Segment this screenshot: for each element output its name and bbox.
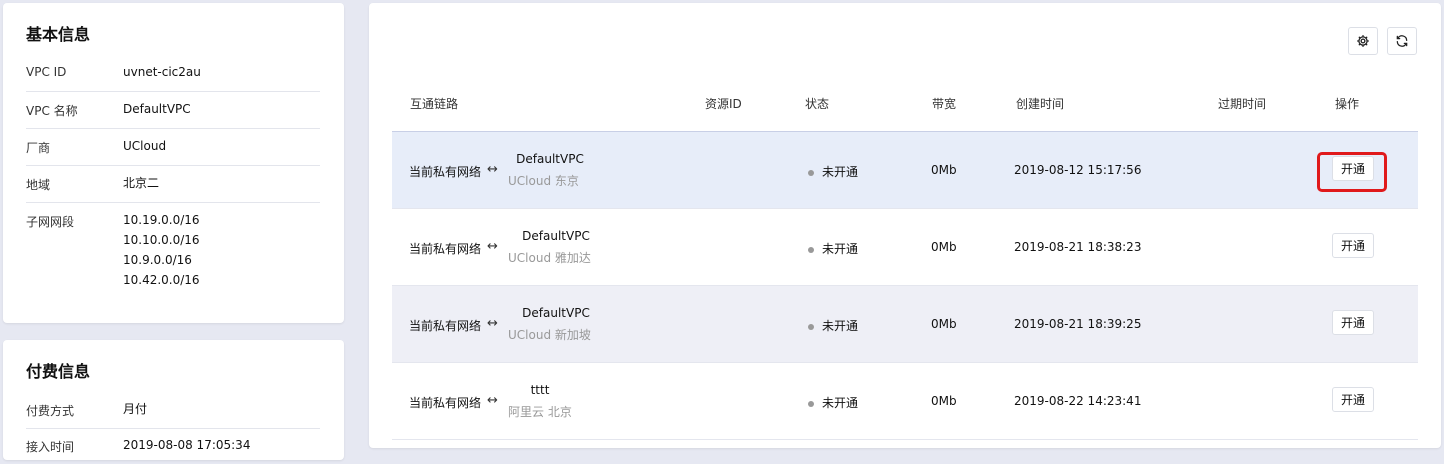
bandwidth-cell: 0Mb xyxy=(931,394,957,408)
refresh-button[interactable] xyxy=(1387,27,1417,55)
subnet-value: 10.19.0.0/16 xyxy=(123,213,200,227)
bandwidth-cell: 0Mb xyxy=(931,317,957,331)
header-status: 状态 xyxy=(805,97,830,111)
created-time-cell: 2019-08-21 18:39:25 xyxy=(1014,317,1142,331)
enable-button[interactable]: 开通 xyxy=(1332,387,1374,412)
info-row-region: 地域 北京二 xyxy=(26,176,320,203)
bidirectional-arrow-icon: ↔ xyxy=(487,162,498,177)
billing-label: 付费方式 xyxy=(26,404,75,418)
billing-info-title: 付费信息 xyxy=(26,362,91,381)
peer-region: UCloud 东京 xyxy=(508,174,579,188)
status-cell: 未开通 xyxy=(808,317,858,334)
enable-button[interactable]: 开通 xyxy=(1332,156,1374,181)
header-link: 互通链路 xyxy=(410,97,459,111)
refresh-icon xyxy=(1396,35,1408,47)
header-created-time: 创建时间 xyxy=(1016,97,1065,111)
enable-button[interactable]: 开通 xyxy=(1332,233,1374,258)
bandwidth-cell: 0Mb xyxy=(931,163,957,177)
status-dot-icon xyxy=(808,169,814,176)
created-time-cell: 2019-08-12 15:17:56 xyxy=(1014,163,1142,177)
info-row-vendor: 厂商 UCloud xyxy=(26,139,320,166)
bidirectional-arrow-icon: ↔ xyxy=(487,316,498,331)
peer-region: UCloud 新加坡 xyxy=(508,328,591,342)
info-value: UCloud xyxy=(123,139,167,153)
link-local-network: 当前私有网络 xyxy=(409,165,482,179)
peer-vpc-name: tttt xyxy=(530,383,550,397)
subnet-value: 10.42.0.0/16 xyxy=(123,273,200,287)
info-label: 地域 xyxy=(26,178,51,192)
settings-button[interactable] xyxy=(1348,27,1378,55)
info-value: 北京二 xyxy=(123,176,160,190)
info-label: 厂商 xyxy=(26,141,51,155)
peer-vpc-name: DefaultVPC xyxy=(522,306,590,320)
info-row-subnets: 子网网段 10.19.0.0/16 10.10.0.0/16 10.9.0.0/… xyxy=(26,213,320,297)
peer-region: UCloud 雅加达 xyxy=(508,251,591,265)
info-label: VPC 名称 xyxy=(26,104,78,118)
status-text: 未开通 xyxy=(822,396,859,410)
header-expire-time: 过期时间 xyxy=(1218,97,1267,111)
status-cell: 未开通 xyxy=(808,163,858,180)
header-resource-id: 资源ID xyxy=(705,97,742,111)
status-text: 未开通 xyxy=(822,242,859,256)
created-time-cell: 2019-08-21 18:38:23 xyxy=(1014,240,1142,254)
peer-network: DefaultVPC UCloud 雅加达 xyxy=(508,229,618,266)
status-cell: 未开通 xyxy=(808,240,858,257)
billing-value: 2019-08-08 17:05:34 xyxy=(123,438,251,452)
table-row: 当前私有网络 ↔ DefaultVPC UCloud 新加坡 未开通 0Mb 2… xyxy=(392,286,1418,363)
bidirectional-arrow-icon: ↔ xyxy=(487,393,498,408)
billing-row-method: 付费方式 月付 xyxy=(26,402,320,429)
info-label: VPC ID xyxy=(26,65,67,79)
billing-row-access-time: 接入时间 2019-08-08 17:05:34 xyxy=(26,438,320,464)
billing-info-card: 付费信息 付费方式 月付 接入时间 2019-08-08 17:05:34 xyxy=(3,340,344,460)
table-row: 当前私有网络 ↔ tttt 阿里云 北京 未开通 0Mb 2019-08-22 … xyxy=(392,363,1418,440)
status-dot-icon xyxy=(808,400,814,407)
info-value: uvnet-cic2au xyxy=(123,65,201,79)
peer-vpc-name: DefaultVPC xyxy=(522,229,590,243)
info-label: 子网网段 xyxy=(26,215,75,229)
status-cell: 未开通 xyxy=(808,394,858,411)
peer-network: DefaultVPC UCloud 东京 xyxy=(508,152,618,189)
status-dot-icon xyxy=(808,246,814,253)
info-row-vpc-id: VPC ID uvnet-cic2au xyxy=(26,65,320,92)
link-local-network: 当前私有网络 xyxy=(409,319,482,333)
peer-network: tttt 阿里云 北京 xyxy=(508,383,618,420)
info-value: DefaultVPC xyxy=(123,102,191,116)
status-text: 未开通 xyxy=(822,319,859,333)
table-header: 互通链路 资源ID 状态 带宽 创建时间 过期时间 操作 xyxy=(392,73,1418,132)
link-local-network: 当前私有网络 xyxy=(409,242,482,256)
enable-button[interactable]: 开通 xyxy=(1332,310,1374,335)
gear-icon xyxy=(1357,35,1369,47)
subnet-value: 10.10.0.0/16 xyxy=(123,233,200,247)
bidirectional-arrow-icon: ↔ xyxy=(487,239,498,254)
bandwidth-cell: 0Mb xyxy=(931,240,957,254)
created-time-cell: 2019-08-22 14:23:41 xyxy=(1014,394,1142,408)
subnet-value: 10.9.0.0/16 xyxy=(123,253,192,267)
status-dot-icon xyxy=(808,323,814,330)
table-row: 当前私有网络 ↔ DefaultVPC UCloud 雅加达 未开通 0Mb 2… xyxy=(392,209,1418,286)
status-text: 未开通 xyxy=(822,165,859,179)
basic-info-card: 基本信息 VPC ID uvnet-cic2au VPC 名称 DefaultV… xyxy=(3,3,344,323)
header-operations: 操作 xyxy=(1335,97,1360,111)
peer-network: DefaultVPC UCloud 新加坡 xyxy=(508,306,618,343)
peer-region: 阿里云 北京 xyxy=(508,405,572,419)
header-bandwidth: 带宽 xyxy=(932,97,957,111)
peering-table-card: 互通链路 资源ID 状态 带宽 创建时间 过期时间 操作 当前私有网络 ↔ De… xyxy=(369,3,1441,448)
peering-table: 互通链路 资源ID 状态 带宽 创建时间 过期时间 操作 当前私有网络 ↔ De… xyxy=(392,73,1418,440)
basic-info-title: 基本信息 xyxy=(26,25,91,44)
table-row: 当前私有网络 ↔ DefaultVPC UCloud 东京 未开通 0Mb 20… xyxy=(392,132,1418,209)
info-row-vpc-name: VPC 名称 DefaultVPC xyxy=(26,102,320,129)
billing-value: 月付 xyxy=(123,402,148,416)
link-local-network: 当前私有网络 xyxy=(409,396,482,410)
billing-label: 接入时间 xyxy=(26,440,75,454)
peer-vpc-name: DefaultVPC xyxy=(516,152,584,166)
